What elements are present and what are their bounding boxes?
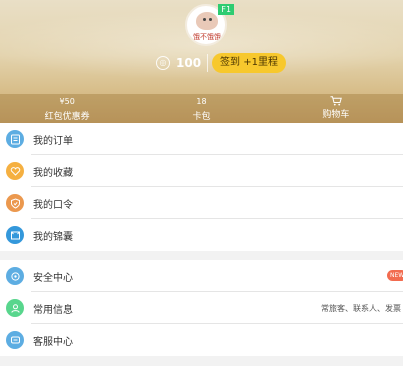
lock-icon bbox=[6, 267, 24, 285]
menu-list: 我的订单 我的收藏 我的口令 我的锦囊 安全中心 NEW 常用信息 常旅客、联系… bbox=[0, 123, 403, 356]
scroll-icon bbox=[6, 226, 24, 244]
menu-item-common-info-label: 常用信息 bbox=[33, 304, 73, 316]
menu-item-password-label: 我的口令 bbox=[33, 199, 73, 211]
heart-icon bbox=[6, 162, 24, 180]
menu-item-tips[interactable]: 我的锦囊 bbox=[0, 219, 403, 251]
menu-item-favorites[interactable]: 我的收藏 bbox=[0, 155, 403, 187]
menu-item-password[interactable]: 我的口令 bbox=[0, 187, 403, 219]
chat-icon bbox=[6, 331, 24, 349]
section-gap bbox=[0, 251, 403, 260]
menu-item-orders[interactable]: 我的订单 bbox=[0, 123, 403, 155]
vip-badge: F1 bbox=[218, 4, 234, 15]
stat-coupons-label: 红包优惠券 bbox=[44, 112, 90, 122]
stat-coupons[interactable]: ¥50 红包优惠券 bbox=[0, 94, 134, 123]
menu-item-support[interactable]: 客服中心 bbox=[0, 324, 403, 356]
menu-item-security[interactable]: 安全中心 NEW bbox=[0, 260, 403, 292]
avatar-face bbox=[196, 12, 218, 30]
divider bbox=[207, 54, 208, 72]
stat-cart[interactable]: 购物车 bbox=[269, 94, 403, 123]
menu-item-tips-label: 我的锦囊 bbox=[33, 231, 73, 243]
coin-icon: ◎ bbox=[156, 56, 170, 70]
stat-cart-label: 购物车 bbox=[322, 110, 350, 120]
avatar-caption: 饿不饿饿 bbox=[193, 33, 221, 41]
menu-item-common-info[interactable]: 常用信息 常旅客、联系人、发票 bbox=[0, 292, 403, 324]
stat-cardpack-label: 卡包 bbox=[192, 112, 211, 122]
user-icon bbox=[6, 299, 24, 317]
stats-bar: ¥50 红包优惠券 18 卡包 购物车 bbox=[0, 94, 403, 123]
menu-item-security-label: 安全中心 bbox=[33, 272, 73, 284]
shield-icon bbox=[6, 194, 24, 212]
checkin-button[interactable]: 签到 +1里程 bbox=[212, 53, 286, 73]
cart-icon bbox=[330, 96, 342, 106]
menu-item-support-label: 客服中心 bbox=[33, 336, 73, 348]
stat-coupons-value: ¥50 bbox=[59, 97, 75, 106]
menu-item-orders-label: 我的订单 bbox=[33, 135, 73, 147]
new-badge: NEW bbox=[387, 270, 403, 281]
stat-cardpack-value: 18 bbox=[196, 97, 207, 106]
stat-cardpack[interactable]: 18 卡包 bbox=[134, 94, 268, 123]
list-icon bbox=[6, 130, 24, 148]
points-value: 100 bbox=[176, 56, 202, 70]
common-info-detail: 常旅客、联系人、发票 bbox=[321, 304, 401, 313]
profile-header: 饿不饿饿 F1 ◎ 100 签到 +1里程 ¥50 红包优惠券 18 卡包 购物… bbox=[0, 0, 403, 123]
menu-item-favorites-label: 我的收藏 bbox=[33, 167, 73, 179]
points-display[interactable]: ◎ 100 bbox=[156, 54, 201, 72]
